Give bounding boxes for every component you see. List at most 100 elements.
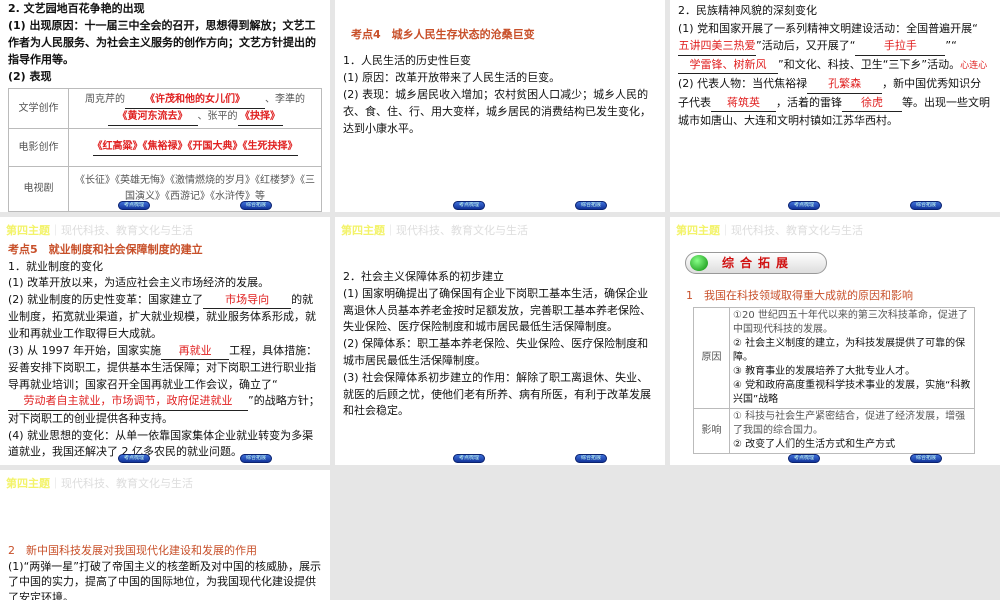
row-content: 周克芹的 《许茂和他的女儿们》 、李準的《黄河东流去》 、张平的 《抉择》: [68, 88, 322, 129]
paragraph: (1) 党和国家开展了一系列精神文明建设活动：全国普遍开展“ 五讲四美三热爱”活动…: [678, 20, 992, 76]
fill-blank: 再就业: [161, 343, 230, 361]
section-title: 1 我国在科技领域取得重大成就的原因和影响: [686, 289, 913, 302]
nav-button-extension[interactable]: 综合拓展: [240, 201, 272, 210]
fill-blank: 学雷锋、树新风: [678, 56, 778, 74]
nav-button-points[interactable]: 考点梳理: [453, 201, 485, 210]
paragraph: (1) 原因：改革开放带来了人民生活的巨变。: [343, 71, 561, 84]
section-badge: 综合拓展: [685, 252, 827, 274]
table-row: 电视剧 《长征》《英雄无悔》《激情燃烧的岁月》《红楼梦》《三国演义》《西游记》《…: [8, 166, 322, 212]
table-row: 文学创作 周克芹的 《许茂和他的女儿们》 、李準的《黄河东流去》 、张平的 《抉择》: [8, 88, 322, 129]
theme-tag: 第四主题: [6, 224, 50, 237]
row-content: 《长征》《英雄无悔》《激情燃烧的岁月》《红楼梦》《三国演义》《西游记》《水浒传》…: [68, 166, 322, 212]
works-table: 文学创作 周克芹的 《许茂和他的女儿们》 、李準的《黄河东流去》 、张平的 《抉择》 电…: [8, 88, 322, 212]
fill-blank: 蒋筑英: [711, 94, 776, 112]
table-row: 影响 ① 科技与社会生产紧密结合，促进了经济发展，增强了我国的综合国力。 ② 改变…: [693, 408, 975, 454]
fill-blank: 《黄河东流去》: [107, 109, 198, 126]
effect-item: ② 改变了人们的生活方式和生产方式: [733, 439, 896, 450]
theme-title: ｜现代科技、教育文化与生活: [50, 477, 193, 490]
effect-item: ① 科技与社会生产紧密结合，促进了经济发展，增强了我国的综合国力。: [733, 411, 966, 436]
text: 、李準的: [265, 93, 305, 105]
fill-blank: 手拉手: [855, 37, 946, 56]
green-ball-icon: [690, 255, 708, 271]
table-row: 电影创作 《红高粱》《焦裕禄》《开国大典》《生死抉择》: [8, 128, 322, 167]
nav-button-points[interactable]: 考点梳理: [788, 454, 820, 463]
paragraph: (2) 就业制度的历史性变革：国家建立了 市场导向 的就业制度，拓宽就业渠道，扩大就…: [8, 292, 322, 343]
theme-tag: 第四主题: [6, 477, 50, 490]
text: ”活动后，又开展了“: [756, 39, 856, 52]
table-row: 原因 ①20 世纪四五十年代以来的第三次科技革命，促进了中国现代科技的发展。 ② …: [693, 307, 975, 409]
paragraph: (1) 改革开放以来，为适应社会主义市场经济的发展。: [8, 276, 270, 290]
nav-button-points[interactable]: 考点梳理: [453, 454, 485, 463]
reason-item: ② 社会主义制度的建立，为科技发展提供了可靠的保障。: [733, 338, 966, 363]
slide-5: 第四主题｜现代科技、教育文化与生活 2．社会主义保障体系的初步建立 (1) 国家…: [335, 217, 665, 465]
row-label: 文学创作: [8, 88, 69, 129]
slide-3: 2．民族精神风貌的深刻变化 (1) 党和国家开展了一系列精神文明建设活动：全国普…: [670, 0, 1000, 212]
reason-item: ③ 教育事业的发展培养了大批专业人才。: [733, 366, 916, 377]
heading: 1．就业制度的变化: [8, 259, 103, 273]
nav-button-points[interactable]: 考点梳理: [118, 454, 150, 463]
theme-header: 第四主题｜现代科技、教育文化与生活: [341, 222, 528, 239]
text: 周克芹的: [85, 93, 125, 105]
slide-content: 2. 文艺园地百花争艳的出现 (1) 出现原因：十一届三中全会的召开，思想得到解…: [8, 0, 322, 212]
paragraph: (2) 代表人物：当代焦裕禄 孔繁森 ，新中国优秀知识分子代表 蒋筑英 ，活着的雷锋 徐虎…: [678, 75, 992, 130]
section-title: 2 新中国科技发展对我国现代化建设和发展的作用: [8, 544, 257, 557]
nav-button-extension[interactable]: 综合拓展: [240, 454, 272, 463]
fill-blank: 劳动者自主就业，市场调节，政府促进就业: [8, 393, 248, 411]
slide-2: 考点4 城乡人民生存状态的沧桑巨变 1．人民生活的历史性巨变 (1) 原因：改革…: [335, 0, 665, 212]
text: (2) 就业制度的历史性变革：国家建立了: [8, 292, 204, 306]
nav-button-extension[interactable]: 综合拓展: [575, 454, 607, 463]
heading: 1．人民生活的历史性巨变: [343, 54, 471, 67]
paragraph: (2) 表现：城乡居民收入增加；农村贫困人口减少；城乡人民的衣、食、住、行、用大…: [343, 88, 651, 135]
nav-button-extension[interactable]: 综合拓展: [910, 454, 942, 463]
fill-blank: 五讲四美三热爱: [678, 37, 756, 56]
fill-blank: 孔繁森: [807, 75, 883, 94]
heading: 2. 文艺园地百花争艳的出现: [8, 2, 145, 15]
theme-tag: 第四主题: [341, 224, 385, 237]
section-title: 考点4 城乡人民生存状态的沧桑巨变: [351, 28, 535, 41]
fill-blank: 《红高粱》《焦裕禄》《开国大典》《生死抉择》: [92, 139, 298, 156]
text: ”“: [945, 39, 957, 52]
slide-6: 第四主题｜现代科技、教育文化与生活 综合拓展 1 我国在科技领域取得重大成就的原…: [670, 217, 1000, 465]
theme-header: 第四主题｜现代科技、教育文化与生活: [676, 222, 863, 239]
section-title: 考点5 就业制度和社会保障制度的建立: [8, 243, 203, 256]
heading: 2．民族精神风貌的深刻变化: [678, 4, 817, 17]
paragraph: (1) 国家明确提出了确保国有企业下岗职工基本生活，确保企业离退休人员基本养老金…: [343, 286, 651, 334]
nav-button-points[interactable]: 考点梳理: [788, 201, 820, 210]
fill-blank: 市场导向: [203, 292, 292, 310]
fill-answer: 心连心: [960, 60, 988, 71]
slide-4: 第四主题｜现代科技、教育文化与生活 考点5 就业制度和社会保障制度的建立 1．就…: [0, 217, 330, 465]
heading: 2．社会主义保障体系的初步建立: [343, 270, 504, 283]
paragraph: (2) 表现: [8, 70, 52, 83]
theme-title: ｜现代科技、教育文化与生活: [50, 224, 193, 237]
text: ”和文化、科技、卫生“三下乡”活动。: [778, 57, 961, 71]
fill-blank: 《许茂和他的女儿们》: [125, 92, 265, 109]
slide-7: 第四主题｜现代科技、教育文化与生活 2 新中国科技发展对我国现代化建设和发展的作…: [0, 470, 330, 600]
nav-button-extension[interactable]: 综合拓展: [575, 201, 607, 210]
fill-blank: 徐虎: [842, 94, 902, 112]
text: ，活着的雷锋: [776, 95, 842, 109]
nav-button-points[interactable]: 考点梳理: [118, 201, 150, 210]
text: 、张平的: [197, 110, 238, 122]
theme-title: ｜现代科技、教育文化与生活: [385, 224, 528, 237]
theme-tag: 第四主题: [676, 224, 720, 237]
row-label: 原因: [693, 307, 730, 409]
text: (1) 党和国家开展了一系列精神文明建设活动：全国普遍开展“: [678, 21, 978, 35]
theme-header: 第四主题｜现代科技、教育文化与生活: [6, 222, 193, 239]
theme-header: 第四主题｜现代科技、教育文化与生活: [6, 475, 193, 492]
reason-item: ④ 党和政府高度重视科学技术事业的发展，实施“科教兴国”战略: [733, 380, 971, 405]
cause-effect-table: 原因 ①20 世纪四五十年代以来的第三次科技革命，促进了中国现代科技的发展。 ② …: [693, 307, 975, 454]
row-label: 电影创作: [8, 128, 69, 167]
paragraph: (3) 从 1997 年开始，国家实施 再就业 工程，具体措施：妥善安排下岗职工，提…: [8, 343, 322, 428]
slide-1: 2. 文艺园地百花争艳的出现 (1) 出现原因：十一届三中全会的召开，思想得到解…: [0, 0, 330, 212]
row-label: 电视剧: [8, 166, 69, 212]
paragraph: (4) 就业思想的变化：从单一依靠国家集体企业就业转变为多渠道就业，我国还解决了…: [8, 428, 314, 459]
paragraph: (2) 保障体系：职工基本养老保险、失业保险、医疗保险制度和城市居民最低生活保障…: [343, 337, 649, 367]
text: (2) 代表人物：当代焦裕禄: [678, 77, 808, 90]
theme-title: ｜现代科技、教育文化与生活: [720, 224, 863, 237]
paragraph: (3) 社会保障体系初步建立的作用：解除了职工离退休、失业、就医的后顾之忧，使他…: [343, 370, 651, 418]
fill-blank: 《抉择》: [237, 109, 283, 126]
reason-item: ①20 世纪四五十年代以来的第三次科技革命，促进了中国现代科技的发展。: [733, 310, 968, 335]
nav-button-extension[interactable]: 综合拓展: [910, 201, 942, 210]
paragraph: (1) 出现原因：十一届三中全会的召开，思想得到解放；文艺工作者为人民服务、为社…: [8, 19, 316, 66]
paragraph: (1)“两弹一星”打破了帝国主义的核垄断及对中国的核威胁，展示了中国的实力，提高…: [8, 559, 321, 600]
